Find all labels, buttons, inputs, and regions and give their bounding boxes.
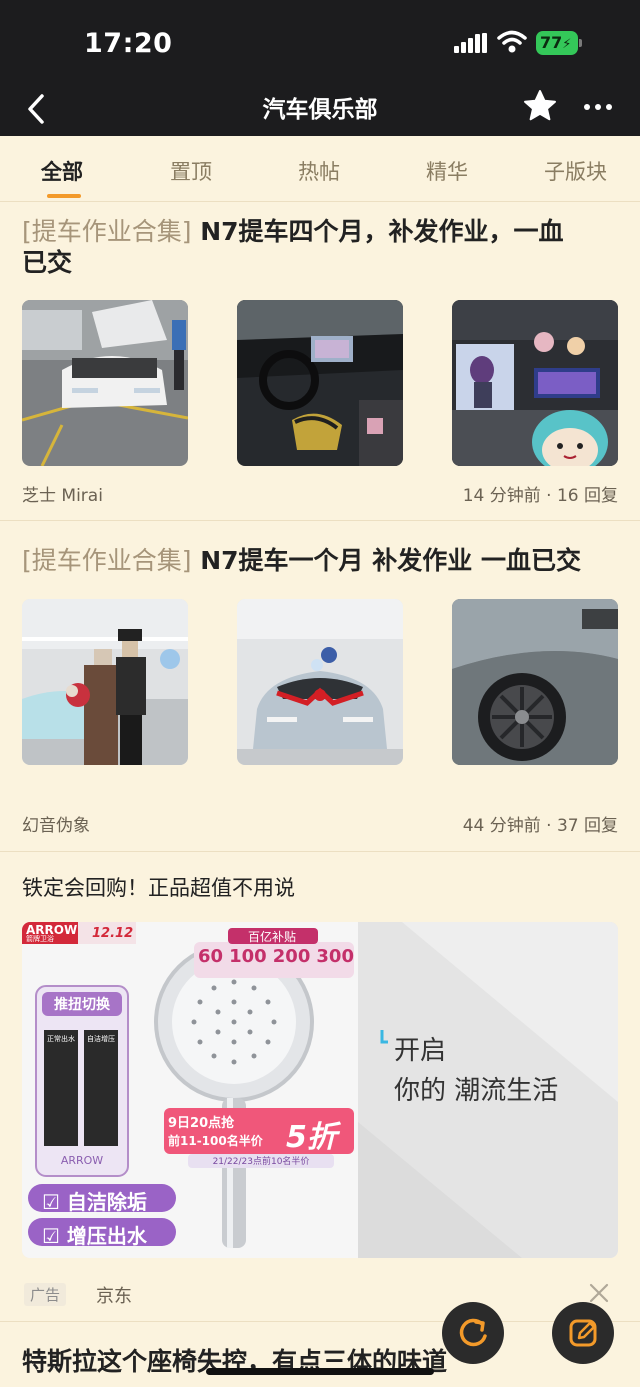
tab-featured[interactable]: 精华 [426,156,468,186]
tab-subforums[interactable]: 子版块 [544,156,607,186]
ad-banner[interactable]: ARROW 箭牌卫浴 12.12 百亿补贴 60 100 200 300 推扭切换 正… [22,922,618,1258]
refresh-icon [459,1318,487,1347]
post-image[interactable] [237,599,403,765]
battery-level: 77⚡ [536,31,578,55]
compose-button[interactable] [552,1302,614,1364]
ad-title[interactable]: 铁定会回购！正品超值不用说 [22,872,295,902]
edit-icon [569,1319,597,1347]
post-image[interactable] [22,599,188,765]
ad-mode-right: 自洁增压 [87,1035,115,1043]
ad-label: 广告 [24,1283,67,1306]
active-tab-indicator [47,194,81,198]
ad-subsidy: 百亿补贴 [248,930,297,944]
ad-brand-sub: 箭牌卫浴 [26,935,54,943]
ad-slogan-line2: 你的 潮流生活 [394,1076,559,1106]
ad-feature2: ☑ 增压出水 [42,1224,147,1248]
post-images [0,599,640,765]
cellular-signal-icon [454,33,487,53]
ad-sale-discount: 5折 [286,1120,337,1155]
post-title[interactable]: [提车作业合集] N7提车四个月，补发作业，一血 已交 [22,216,618,278]
post-image[interactable] [237,300,403,466]
more-options-icon[interactable] [582,92,614,122]
home-indicator[interactable] [206,1368,434,1375]
status-time: 17:20 [84,28,173,59]
ad-slogan-line1: 开启 [394,1036,447,1066]
post-tag: [提车作业合集] [22,217,192,246]
post-meta: 44 分钟前 · 37 回复 [462,816,618,836]
ad-sale-line1: 9日20点抢 [168,1116,235,1131]
ad-feature1: ☑ 自洁除垢 [42,1190,147,1214]
ad-source: 京东 [96,1286,132,1307]
ad-promo-date: 12.12 [92,926,134,941]
ad-feature-badge: 推扭切换 [54,997,110,1013]
favorite-star-icon[interactable] [522,88,558,124]
ad-mode-left: 正常出水 [47,1035,75,1043]
tab-all[interactable]: 全部 [41,156,83,186]
tab-pinned[interactable]: 置顶 [170,156,212,186]
post-card[interactable]: [提车作业合集] N7提车一个月 补发作业 一血已交 幻音伪象 44 分钟前 ·… [0,521,640,852]
post-tag: [提车作业合集] [22,546,192,575]
post-card[interactable]: [提车作业合集] N7提车四个月，补发作业，一血 已交 芝士 Mirai 14 … [0,202,640,521]
post-author[interactable]: 芝士 Mirai [22,481,103,506]
post-author[interactable]: 幻音伪象 [22,811,90,836]
post-title[interactable]: [提车作业合集] N7提车一个月 补发作业 一血已交 [22,545,618,576]
refresh-button[interactable] [442,1302,504,1364]
post-images [0,300,640,466]
close-icon[interactable] [588,1282,610,1304]
tab-hot[interactable]: 热帖 [298,156,340,186]
post-meta: 14 分钟前 · 16 回复 [462,486,618,506]
ad-sale-line3: 21/22/23点前10名半价 [212,1157,310,1167]
ad-sale-line2: 前11-100名半价 [168,1134,263,1148]
nav-bar: 汽车俱乐部 [0,84,640,136]
filter-tabs: 全部 置顶 热帖 精华 子版块 [0,136,640,202]
battery-indicator: 77⚡ [536,31,582,55]
post-image[interactable] [452,599,618,765]
post-image[interactable] [452,300,618,466]
status-bar: 17:20 77⚡ [0,0,640,84]
ad-coupons: 60 100 200 300 [198,946,354,967]
wifi-icon [497,30,527,53]
ad-card[interactable]: 铁定会回购！正品超值不用说 ARROW 箭牌卫浴 12.12 百亿补贴 60 1… [0,852,640,1322]
post-image[interactable] [22,300,188,466]
